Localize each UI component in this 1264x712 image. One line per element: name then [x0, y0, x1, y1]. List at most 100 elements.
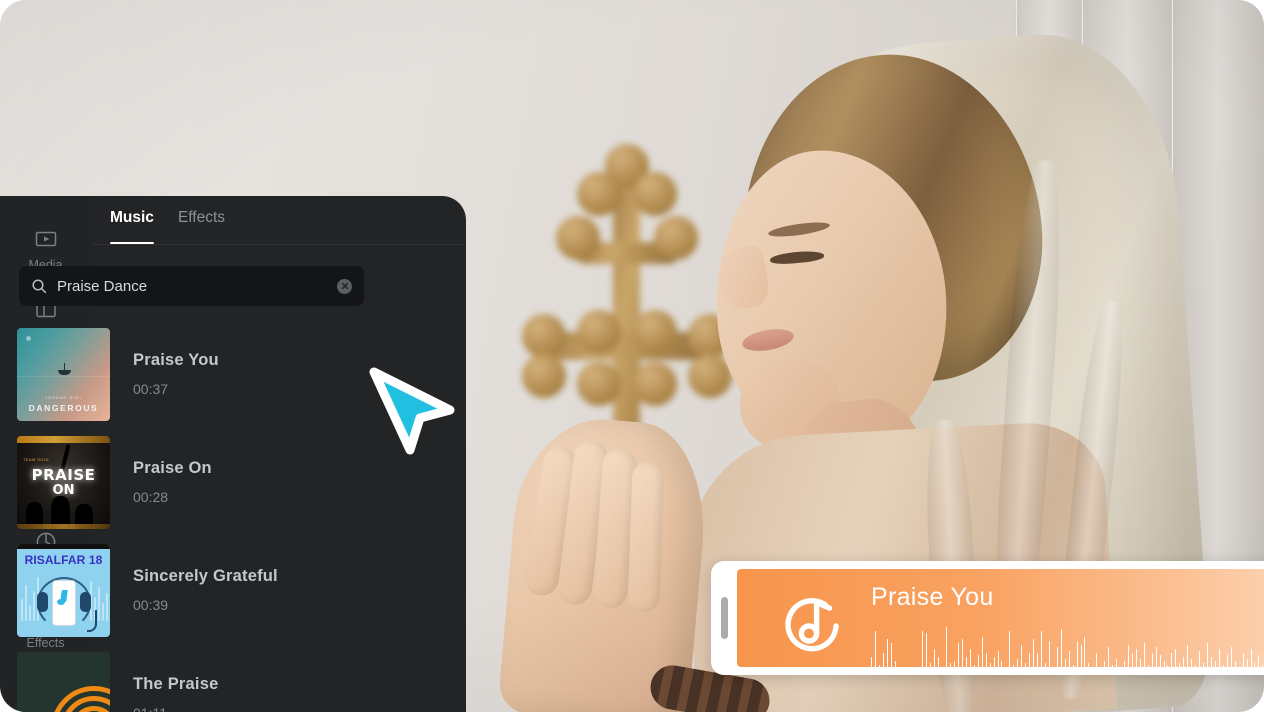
waveform-bar [946, 627, 948, 667]
album-art: JORDAN MIDI DANGEROUS [17, 327, 110, 421]
waveform-bar [1135, 649, 1137, 667]
waveform-bar [989, 663, 991, 667]
waveform-bar [926, 633, 928, 667]
waveform-bar [894, 661, 896, 667]
waveform-bar [1131, 653, 1133, 667]
track-duration: 00:39 [133, 597, 169, 613]
waveform-bar [1246, 659, 1248, 667]
waveform-bar [922, 631, 924, 667]
track-list-item[interactable]: GUM The Praise 01:11 [0, 644, 375, 712]
waveform-bar [961, 639, 963, 667]
waveform-bar [882, 653, 884, 667]
waveform-bar [1258, 655, 1260, 667]
album-art: TEAM SOUL PRAISE ON [17, 435, 110, 529]
waveform-bar [1116, 659, 1118, 667]
waveform-bar [1226, 655, 1228, 667]
waveform-bar [1214, 661, 1216, 667]
track-duration: 00:37 [133, 381, 169, 397]
waveform-bar [1183, 657, 1185, 667]
waveform-bar [1068, 651, 1070, 667]
waveform-bar [1080, 645, 1082, 667]
waveform-bar [1096, 653, 1098, 667]
tab-effects[interactable]: Effects [178, 209, 225, 231]
audio-clip-fill: Praise You [737, 569, 1264, 667]
waveform-bar [1072, 665, 1074, 667]
track-duration: 01:11 [133, 705, 218, 712]
track-title: Sincerely Grateful [133, 567, 278, 585]
waveform-bar [1084, 637, 1086, 667]
waveform-bar [1033, 639, 1035, 667]
finger [627, 461, 665, 613]
panel-tabs: Music Effects [91, 196, 466, 244]
waveform-bar [1167, 665, 1169, 667]
waveform-bar [1009, 631, 1011, 667]
waveform-bar [997, 651, 999, 667]
waveform-bar [1040, 631, 1042, 667]
search-input[interactable] [57, 277, 337, 295]
editor-window: Media Stock videos Audio [0, 0, 1264, 712]
clear-icon[interactable] [337, 278, 352, 294]
album-art-title: PRAISE [31, 465, 96, 484]
track-list-item[interactable]: RISALFAR 18 Sincerely Grateful 00:39 [0, 536, 375, 644]
waveform-bar [1104, 661, 1106, 667]
waveform-bar [1163, 661, 1165, 667]
waveform-bar [934, 649, 936, 667]
waveform-bar [1155, 647, 1157, 667]
waveform-bar [1017, 659, 1019, 667]
search-icon [31, 278, 47, 294]
trim-handle-left[interactable] [721, 597, 728, 639]
audio-clip-title: Praise You [871, 583, 994, 611]
waveform-bar [950, 663, 952, 667]
album-art-title: RISALFAR 18 [24, 552, 103, 567]
track-list[interactable]: JORDAN MIDI DANGEROUS Praise You 00:37 T… [0, 320, 375, 712]
waveform-bar [874, 631, 876, 667]
track-duration: 00:28 [133, 489, 169, 505]
audio-clip[interactable]: Praise You [711, 561, 1264, 675]
waveform-bar [1124, 661, 1125, 667]
waveform-bar [1199, 651, 1201, 667]
waveform-bar [1159, 655, 1161, 667]
waveform-bar [965, 657, 967, 667]
track-list-item[interactable]: JORDAN MIDI DANGEROUS Praise You 00:37 [0, 320, 375, 428]
waveform-bar [930, 663, 932, 667]
waveform-bar [1013, 665, 1015, 667]
waveform-bar [1064, 659, 1066, 667]
track-title: Praise On [133, 459, 212, 477]
waveform-bar [1187, 645, 1189, 667]
audio-note-icon [779, 593, 845, 659]
waveform-bar [886, 639, 888, 667]
waveform-bar [871, 657, 872, 667]
waveform-bar [1234, 661, 1236, 667]
waveform-bar [1112, 665, 1114, 667]
waveform-bar [1088, 663, 1090, 667]
waveform-bar [957, 643, 959, 667]
waveform-bar [1207, 643, 1208, 667]
waveform-bar [1254, 663, 1256, 667]
waveform-bar [1210, 657, 1212, 667]
waveform-bar [1060, 629, 1062, 667]
tab-music[interactable]: Music [110, 209, 154, 244]
waveform-bar [1230, 647, 1232, 667]
waveform [871, 625, 1264, 667]
waveform-bar [1222, 665, 1224, 667]
waveform-bar [1029, 653, 1031, 667]
waveform-bar [890, 643, 892, 667]
waveform-bar [1001, 661, 1003, 667]
waveform-bar [1218, 649, 1220, 667]
waveform-bar [1025, 663, 1027, 667]
waveform-bar [969, 649, 971, 667]
waveform-bar [1127, 645, 1129, 667]
search-bar[interactable] [19, 266, 364, 306]
waveform-bar [1037, 653, 1038, 667]
waveform-bar [1191, 659, 1193, 667]
waveform-bar [973, 665, 975, 667]
waveform-bar [1048, 641, 1050, 667]
waveform-bar [1139, 659, 1141, 667]
waveform-bar [1179, 663, 1181, 667]
waveform-bar [878, 665, 880, 667]
album-art-title: DANGEROUS [28, 402, 99, 413]
waveform-bar [1143, 643, 1145, 667]
track-list-item[interactable]: TEAM SOUL PRAISE ON Praise On 00:28 [0, 428, 375, 536]
album-art-subtitle: JORDAN MIDI [45, 395, 82, 400]
track-title: Praise You [133, 351, 219, 369]
